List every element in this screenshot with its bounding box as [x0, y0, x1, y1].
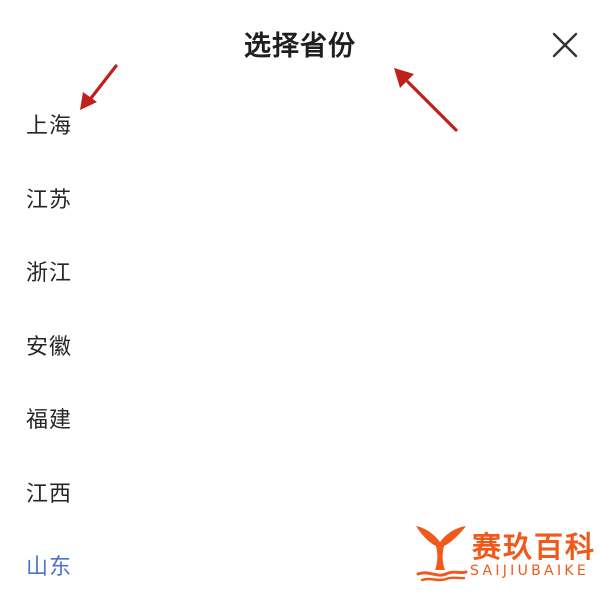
watermark: 赛玖百科 SAIJIUBAIKE: [410, 520, 600, 586]
province-item-anhui[interactable]: 安徽: [0, 307, 600, 381]
province-label: 福建: [26, 408, 73, 433]
province-item-jiangsu[interactable]: 江苏: [0, 160, 600, 234]
province-label: 山东: [26, 555, 73, 580]
province-label: 江苏: [26, 187, 73, 213]
whale-tail-logo-icon: [416, 526, 468, 582]
close-icon: [552, 32, 578, 58]
province-picker-sheet: 选择省份 上海 江苏 浙江 安徽 福建 江西 山东 赛玖百科 SAIJIUBAI…: [0, 0, 600, 600]
province-label: 上海: [26, 114, 73, 139]
province-item-zhejiang[interactable]: 浙江: [0, 233, 600, 307]
province-item-fujian[interactable]: 福建: [0, 380, 600, 454]
province-label: 江西: [26, 481, 73, 507]
sheet-header: 选择省份: [0, 0, 600, 90]
close-button[interactable]: [548, 28, 582, 62]
province-label: 浙江: [26, 261, 73, 286]
province-label: 安徽: [26, 334, 73, 360]
page-title: 选择省份: [244, 31, 356, 62]
watermark-name-cn: 赛玖百科: [472, 530, 597, 564]
province-item-jiangxi[interactable]: 江西: [0, 454, 600, 528]
province-item-shanghai[interactable]: 上海: [0, 86, 600, 160]
watermark-name-en: SAIJIUBAIKE: [470, 563, 589, 579]
